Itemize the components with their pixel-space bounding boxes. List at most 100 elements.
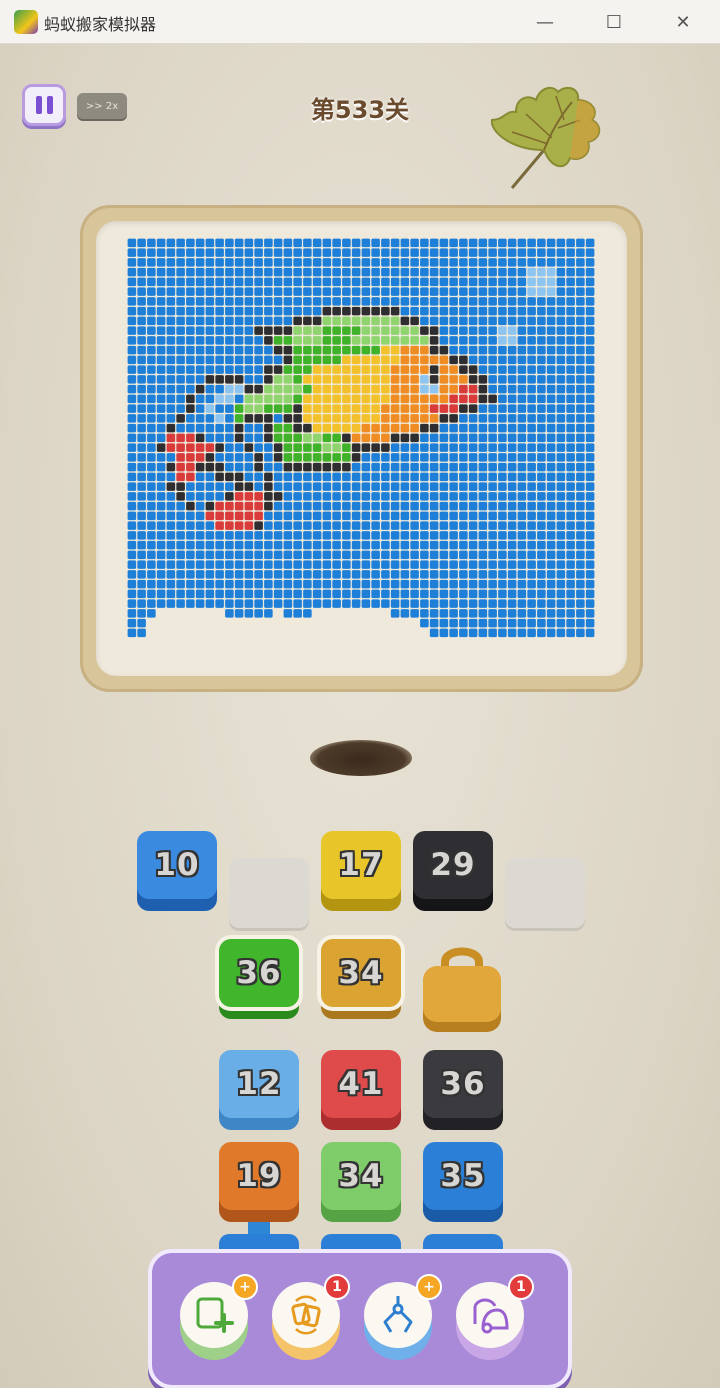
pixel-cube: [468, 589, 478, 599]
pixel-cube: [381, 414, 390, 423]
pixel-cube: [585, 326, 595, 335]
number-block[interactable]: 41: [321, 1050, 401, 1130]
pixel-cube: [488, 238, 497, 248]
pixel-cube: [166, 472, 176, 482]
pixel-cube: [361, 238, 371, 248]
minimize-button[interactable]: —: [522, 6, 568, 38]
pixel-cube: [303, 423, 312, 433]
pause-button[interactable]: [22, 84, 66, 126]
pixel-cube: [137, 423, 146, 433]
pixel-cube: [381, 297, 390, 306]
pixel-cube: [410, 326, 419, 335]
pixel-cube: [498, 492, 507, 501]
pixel-cube: [576, 404, 585, 413]
pixel-cube: [420, 384, 429, 394]
maximize-button[interactable]: ☐: [591, 6, 637, 38]
pixel-cube: [176, 423, 185, 433]
pixel-cube: [312, 267, 322, 277]
pixel-cube: [546, 355, 556, 365]
pixel-cube: [478, 384, 488, 394]
pixel-cube: [147, 287, 156, 296]
pixel-cube: [225, 277, 234, 287]
shuffle-button[interactable]: 1: [270, 1274, 350, 1360]
number-block[interactable]: 34: [321, 939, 401, 1019]
pixel-cube: [459, 316, 468, 326]
pixel-cube: [546, 287, 556, 296]
number-block[interactable]: 34: [321, 1142, 401, 1222]
pixel-cube: [546, 433, 556, 443]
pixel-cube: [429, 355, 439, 365]
pixel-cube: [390, 540, 400, 550]
number-block[interactable]: 19: [219, 1142, 299, 1222]
number-block[interactable]: 10: [137, 831, 217, 911]
pixel-cube: [527, 462, 536, 472]
pixel-cube: [351, 579, 361, 589]
pixel-cube: [468, 482, 478, 491]
pixel-cube: [127, 609, 137, 618]
pixel-cube: [420, 316, 429, 326]
pixel-cube: [478, 492, 488, 501]
pixel-cube: [546, 531, 556, 540]
pixel-cube: [390, 531, 400, 540]
add-slot-button[interactable]: +: [178, 1274, 258, 1360]
pixel-cube: [390, 248, 400, 257]
pixel-cube: [371, 248, 380, 257]
pixel-cube: [137, 336, 146, 345]
pixel-cube: [459, 414, 468, 423]
pixel-cube: [449, 238, 458, 248]
speed-toggle-button[interactable]: >> 2x: [77, 93, 127, 119]
number-block[interactable]: 36: [423, 1050, 503, 1130]
pixel-cube: [342, 326, 351, 335]
pixel-cube: [390, 355, 400, 365]
pixel-cube: [400, 258, 410, 267]
number-block[interactable]: 12: [219, 1050, 299, 1130]
pixel-cube: [332, 287, 341, 296]
claw-button[interactable]: +: [362, 1274, 442, 1360]
pixel-cube: [371, 287, 380, 296]
pixel-cube: [254, 589, 263, 599]
pixel-cube: [351, 501, 361, 511]
pixel-cube: [312, 462, 322, 472]
pixel-cube: [254, 345, 263, 355]
pixel-cube: [566, 501, 575, 511]
number-block[interactable]: 29: [413, 831, 493, 911]
pixel-cube: [585, 267, 595, 277]
number-block[interactable]: 17: [321, 831, 401, 911]
pixel-cube: [585, 579, 595, 589]
pixel-cube: [215, 355, 224, 365]
pixel-cube: [410, 394, 419, 404]
vacuum-button[interactable]: 1: [454, 1274, 534, 1360]
pixel-cube: [264, 258, 273, 267]
pixel-cube: [127, 472, 137, 482]
pixel-cube: [400, 511, 410, 521]
pixel-cube: [332, 443, 341, 452]
pixel-cube: [420, 501, 429, 511]
pixel-cube: [166, 384, 176, 394]
pixel-cube: [166, 531, 176, 540]
pixel-cube: [225, 472, 234, 482]
number-block[interactable]: 36: [219, 939, 299, 1019]
pixel-cube: [273, 453, 283, 462]
pixel-cube: [342, 316, 351, 326]
pixel-cube: [546, 414, 556, 423]
pixel-cube: [225, 511, 234, 521]
pixel-cube: [546, 560, 556, 569]
pixel-cube: [186, 336, 195, 345]
pixel-cube: [137, 394, 146, 404]
pixel-cube: [351, 297, 361, 306]
pixel-cube: [381, 326, 390, 335]
pixel-cube: [468, 316, 478, 326]
close-button[interactable]: ✕: [660, 6, 706, 38]
pixel-cube: [166, 336, 176, 345]
pixel-cube: [293, 375, 302, 384]
pixel-cube: [303, 501, 312, 511]
pixel-cube: [585, 618, 595, 628]
pixel-cube: [215, 521, 224, 530]
pixel-cube: [293, 248, 302, 257]
pixel-cube: [566, 375, 575, 384]
pixel-cube: [322, 521, 332, 530]
pixel-cube: [166, 482, 176, 491]
pixel-cube: [498, 258, 507, 267]
pixel-cube: [585, 423, 595, 433]
number-block[interactable]: 35: [423, 1142, 503, 1222]
